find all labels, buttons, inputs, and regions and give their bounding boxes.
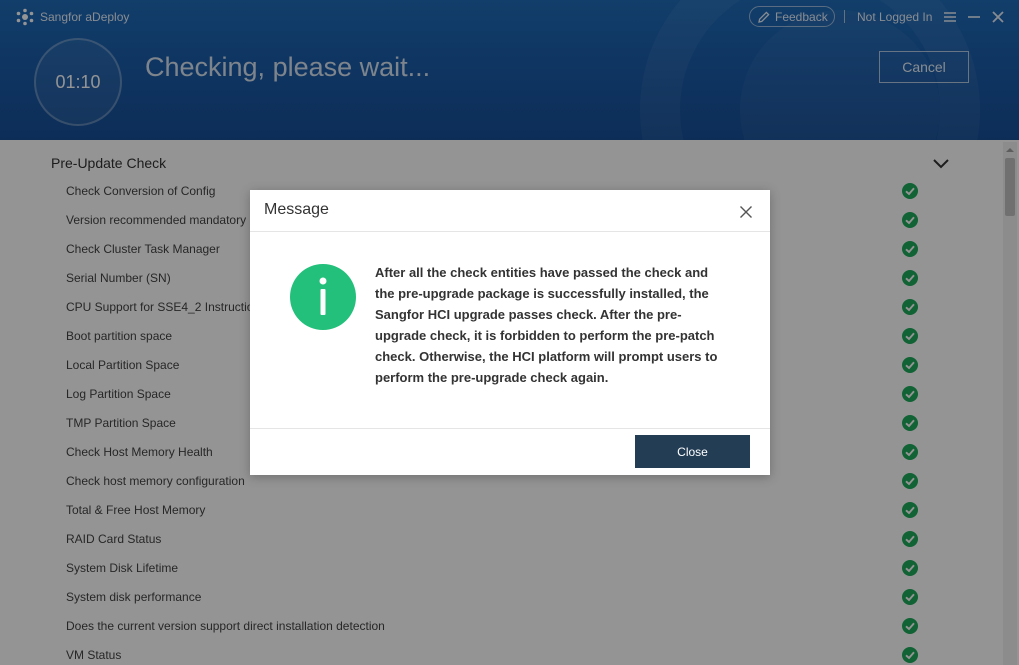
dialog-title: Message: [264, 201, 329, 218]
close-icon[interactable]: [739, 205, 753, 219]
dialog-message: After all the check entities have passed…: [375, 265, 718, 385]
message-dialog: Message After all the check entities hav…: [250, 190, 770, 475]
close-button[interactable]: Close: [635, 435, 750, 468]
dialog-header: Message: [250, 190, 770, 232]
info-icon: [290, 264, 356, 330]
